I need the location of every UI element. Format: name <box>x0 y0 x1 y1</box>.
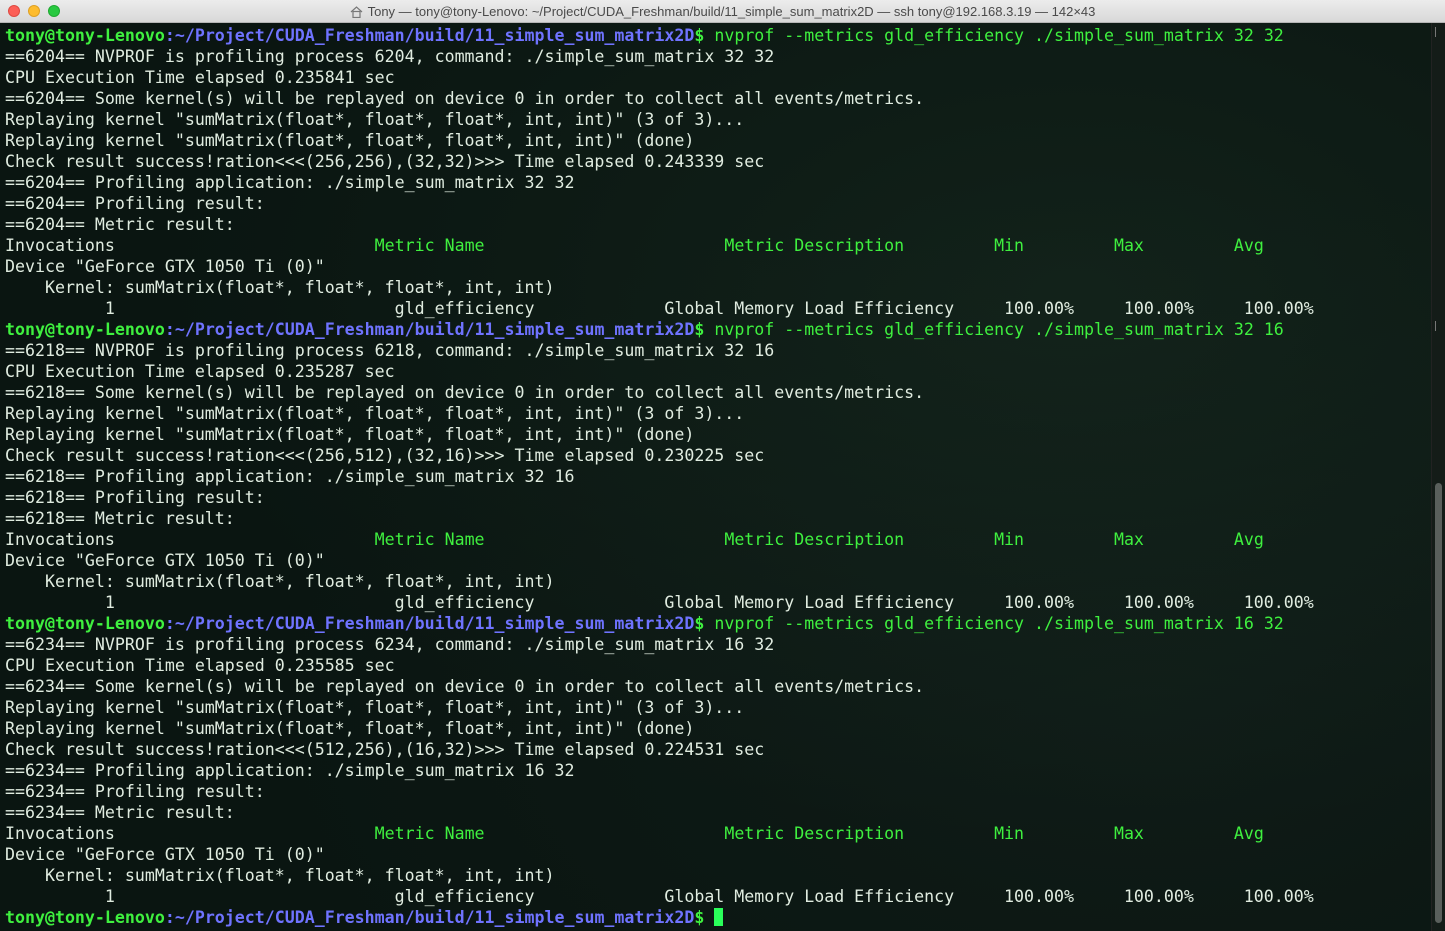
terminal-window: Tony — tony@tony-Lenovo: ~/Project/CUDA_… <box>0 0 1445 931</box>
output-line: ==6204== Profiling application: ./simple… <box>5 173 575 192</box>
window-title: Tony — tony@tony-Lenovo: ~/Project/CUDA_… <box>367 4 1096 19</box>
output-line: ==6204== Some kernel(s) will be replayed… <box>5 89 925 108</box>
output-line: ==6218== Some kernel(s) will be replayed… <box>5 383 925 402</box>
header-stats: Min Max Avg <box>904 824 1264 843</box>
metric-result-row: 1 gld_efficiency Global Memory Load Effi… <box>5 887 1314 906</box>
metrics-header: Invocations Metric Name Metric Descripti… <box>5 823 1314 844</box>
output-line: ==6234== NVPROF is profiling process 623… <box>5 635 775 654</box>
header-invocations: Invocations <box>5 824 115 843</box>
metrics-header: Invocations Metric Name Metric Descripti… <box>5 235 1314 256</box>
metrics-header: Invocations Metric Name Metric Descripti… <box>5 529 1314 550</box>
prompt-line: tony@tony-Lenovo:~/Project/CUDA_Freshman… <box>5 907 1314 928</box>
device-line: Device "GeForce GTX 1050 Ti (0)" <box>5 551 325 570</box>
output-line: CPU Execution Time elapsed 0.235841 sec <box>5 68 395 87</box>
output-line: Replaying kernel "sumMatrix(float*, floa… <box>5 131 695 150</box>
prompt-path: :~/Project/CUDA_Freshman/build/11_simple… <box>164 614 695 633</box>
prompt-user-host: tony@tony-Lenovo <box>5 614 165 633</box>
output-line: ==6218== Profiling application: ./simple… <box>5 467 575 486</box>
command-text: nvprof --metrics gld_efficiency ./simple… <box>704 26 1284 45</box>
prompt-sign: $ <box>694 26 705 45</box>
prompt-user-host: tony@tony-Lenovo <box>5 908 165 927</box>
prompt-user-host: tony@tony-Lenovo <box>5 320 165 339</box>
prompt-line: tony@tony-Lenovo:~/Project/CUDA_Freshman… <box>5 25 1314 46</box>
output-line: ==6218== Profiling result: <box>5 488 265 507</box>
header-metric-description: Metric Description <box>724 236 905 255</box>
header-metric-description: Metric Description <box>724 824 905 843</box>
output-line: Replaying kernel "sumMatrix(float*, floa… <box>5 404 745 423</box>
header-invocations: Invocations <box>5 530 115 549</box>
output-line: Replaying kernel "sumMatrix(float*, floa… <box>5 719 695 738</box>
command-text: nvprof --metrics gld_efficiency ./simple… <box>704 320 1284 339</box>
device-line: Device "GeForce GTX 1050 Ti (0)" <box>5 845 325 864</box>
header-metric-description: Metric Description <box>724 530 905 549</box>
output-line: ==6218== Metric result: <box>5 509 235 528</box>
metric-result-row: 1 gld_efficiency Global Memory Load Effi… <box>5 299 1314 318</box>
prompt-sign: $ <box>694 614 705 633</box>
output-line: Check result success!ration<<<(512,256),… <box>5 740 765 759</box>
scroll-mark <box>1435 27 1441 37</box>
metric-result-row: 1 gld_efficiency Global Memory Load Effi… <box>5 593 1314 612</box>
output-line: CPU Execution Time elapsed 0.235585 sec <box>5 656 395 675</box>
output-line: Replaying kernel "sumMatrix(float*, floa… <box>5 698 745 717</box>
prompt-path: :~/Project/CUDA_Freshman/build/11_simple… <box>164 320 695 339</box>
output-line: ==6204== Metric result: <box>5 215 235 234</box>
output-line: CPU Execution Time elapsed 0.235287 sec <box>5 362 395 381</box>
terminal-content[interactable]: tony@tony-Lenovo:~/Project/CUDA_Freshman… <box>0 23 1431 931</box>
prompt-path: :~/Project/CUDA_Freshman/build/11_simple… <box>164 26 695 45</box>
output-line: Replaying kernel "sumMatrix(float*, floa… <box>5 110 745 129</box>
output-line: ==6234== Profiling application: ./simple… <box>5 761 575 780</box>
output-line: ==6218== NVPROF is profiling process 621… <box>5 341 775 360</box>
header-metric-name: Metric Name <box>114 824 725 843</box>
block-cursor <box>714 908 724 926</box>
kernel-line: Kernel: sumMatrix(float*, float*, float*… <box>5 278 555 297</box>
kernel-line: Kernel: sumMatrix(float*, float*, float*… <box>5 866 555 885</box>
output-line: ==6204== Profiling result: <box>5 194 265 213</box>
output-line: ==6204== NVPROF is profiling process 620… <box>5 47 775 66</box>
header-metric-name: Metric Name <box>114 530 725 549</box>
device-line: Device "GeForce GTX 1050 Ti (0)" <box>5 257 325 276</box>
scroll-mark <box>1435 321 1441 331</box>
command-text: nvprof --metrics gld_efficiency ./simple… <box>704 614 1284 633</box>
prompt-line: tony@tony-Lenovo:~/Project/CUDA_Freshman… <box>5 319 1314 340</box>
kernel-line: Kernel: sumMatrix(float*, float*, float*… <box>5 572 555 591</box>
title-bar[interactable]: Tony — tony@tony-Lenovo: ~/Project/CUDA_… <box>0 0 1445 23</box>
prompt-sign: $ <box>694 908 705 927</box>
output-line: ==6234== Metric result: <box>5 803 235 822</box>
terminal-output: tony@tony-Lenovo:~/Project/CUDA_Freshman… <box>5 25 1314 928</box>
header-stats: Min Max Avg <box>904 236 1264 255</box>
prompt-line: tony@tony-Lenovo:~/Project/CUDA_Freshman… <box>5 613 1314 634</box>
output-line: ==6234== Profiling result: <box>5 782 265 801</box>
output-line: Check result success!ration<<<(256,256),… <box>5 152 765 171</box>
vertical-scrollbar[interactable] <box>1431 23 1445 931</box>
scrollbar-thumb[interactable] <box>1435 483 1442 923</box>
prompt-sign: $ <box>694 320 705 339</box>
prompt-path: :~/Project/CUDA_Freshman/build/11_simple… <box>164 908 695 927</box>
output-line: Check result success!ration<<<(256,512),… <box>5 446 765 465</box>
window-title-container: Tony — tony@tony-Lenovo: ~/Project/CUDA_… <box>0 0 1445 23</box>
prompt-user-host: tony@tony-Lenovo <box>5 26 165 45</box>
home-folder-icon <box>350 5 362 18</box>
header-metric-name: Metric Name <box>114 236 725 255</box>
output-line: Replaying kernel "sumMatrix(float*, floa… <box>5 425 695 444</box>
header-invocations: Invocations <box>5 236 115 255</box>
output-line: ==6234== Some kernel(s) will be replayed… <box>5 677 925 696</box>
header-stats: Min Max Avg <box>904 530 1264 549</box>
